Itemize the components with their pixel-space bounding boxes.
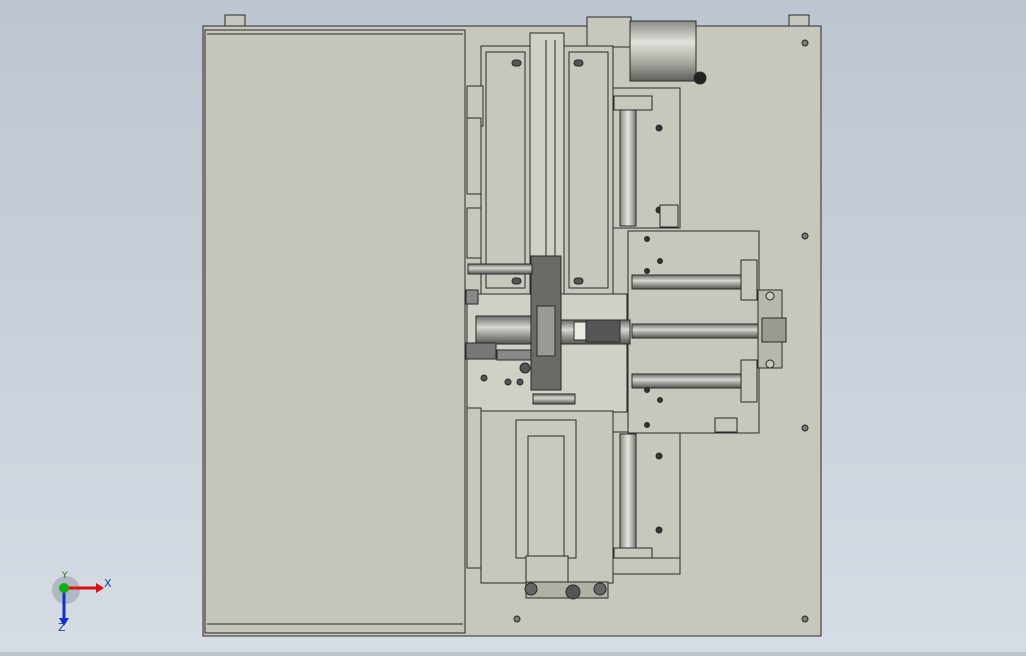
y-axis-label: Y	[62, 571, 68, 581]
mounting-tab-left	[224, 14, 246, 28]
lower-motor-housing	[515, 419, 577, 559]
left-cover-panel	[204, 29, 466, 634]
coordinate-triad: X Y Z	[52, 572, 122, 636]
top-motor-bracket	[586, 16, 632, 48]
x-axis-label: X	[104, 577, 112, 590]
top-motor	[629, 20, 697, 82]
mounting-tab-right	[788, 14, 810, 28]
assembly-drawing	[202, 14, 822, 637]
upper-guide-plate-right	[563, 45, 614, 295]
slide-rod-center	[631, 323, 763, 339]
z-axis-label: Z	[58, 621, 66, 634]
upper-guide-plate-left	[480, 45, 531, 295]
cad-viewport[interactable]: X Y Z	[0, 0, 1026, 652]
